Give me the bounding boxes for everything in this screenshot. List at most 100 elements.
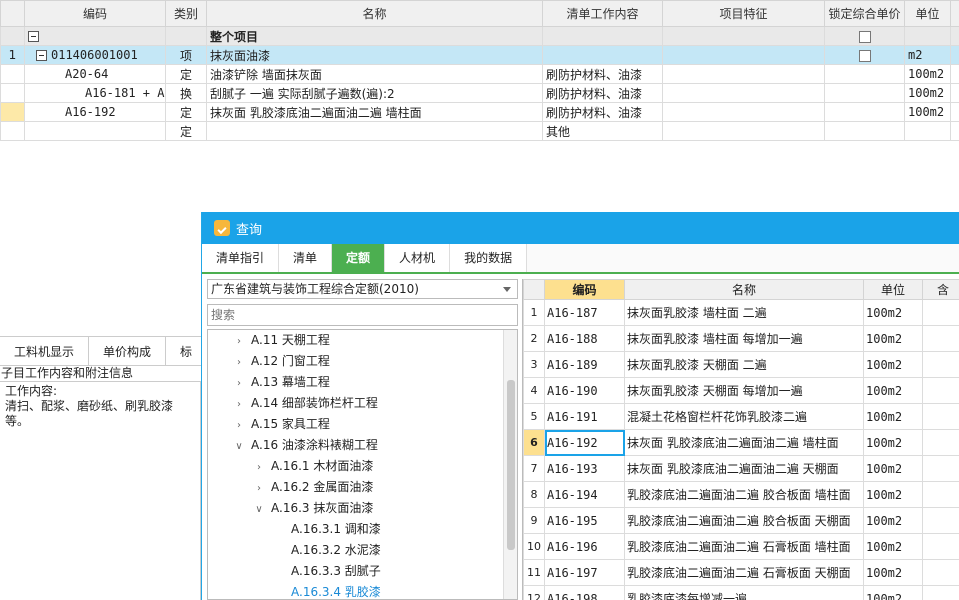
quota-list-row[interactable]: 6 A16-192 抹灰面 乳胶漆底油二遍面油二遍 墙柱面 100m2 bbox=[523, 429, 959, 456]
type-cell[interactable]: 定 bbox=[165, 102, 207, 122]
quota-code-cell[interactable]: A16-189 bbox=[544, 351, 625, 378]
quota-unit-cell[interactable]: 100m2 bbox=[863, 585, 923, 600]
tree-node[interactable]: › A.16.1 木材面油漆 bbox=[208, 456, 517, 477]
type-cell[interactable]: 项 bbox=[165, 45, 207, 65]
unit-cell[interactable] bbox=[904, 121, 951, 141]
library-select[interactable]: 广东省建筑与装饰工程综合定额(2010) bbox=[207, 279, 518, 299]
quota-header-content[interactable]: 含 bbox=[922, 279, 959, 300]
quota-unit-cell[interactable]: 100m2 bbox=[863, 559, 923, 586]
chevron-down-icon[interactable]: ∨ bbox=[233, 436, 245, 457]
quota-code-cell[interactable]: A16-187 bbox=[544, 299, 625, 326]
chevron-right-icon[interactable]: › bbox=[253, 478, 265, 499]
lock-checkbox[interactable] bbox=[858, 30, 871, 43]
quota-header-code[interactable]: 编码 bbox=[544, 279, 625, 300]
unit-cell[interactable]: 100m2 bbox=[904, 64, 951, 84]
quota-content-cell[interactable] bbox=[922, 403, 959, 430]
quota-row[interactable]: A16-181 + A16-182换刮腻子 一遍 实际刮腻子遍数(遍):2刷防护… bbox=[0, 83, 959, 103]
name-cell[interactable]: 油漆铲除 墙面抹灰面 bbox=[206, 64, 543, 84]
name-cell[interactable]: 抹灰面 乳胶漆底油二遍面油二遍 墙柱面 bbox=[206, 102, 543, 122]
quota-content-cell[interactable] bbox=[922, 559, 959, 586]
quota-name-cell[interactable]: 抹灰面乳胶漆 墙柱面 二遍 bbox=[624, 299, 864, 326]
quota-list-row[interactable]: 10 A16-196 乳胶漆底油二遍面油二遍 石膏板面 墙柱面 100m2 bbox=[523, 533, 959, 560]
quota-list-row[interactable]: 8 A16-194 乳胶漆底油二遍面油二遍 胶合板面 墙柱面 100m2 bbox=[523, 481, 959, 508]
quota-content-cell[interactable] bbox=[922, 429, 959, 456]
quota-name-cell[interactable]: 乳胶漆底油二遍面油二遍 石膏板面 天棚面 bbox=[624, 559, 864, 586]
quota-name-cell[interactable]: 抹灰面 乳胶漆底油二遍面油二遍 天棚面 bbox=[624, 455, 864, 482]
quota-list-row[interactable]: 4 A16-190 抹灰面乳胶漆 天棚面 每增加一遍 100m2 bbox=[523, 377, 959, 404]
quota-content-cell[interactable] bbox=[922, 351, 959, 378]
lock-cell[interactable] bbox=[824, 45, 905, 65]
chevron-right-icon[interactable]: › bbox=[233, 331, 245, 352]
quota-list-row[interactable]: 3 A16-189 抹灰面乳胶漆 天棚面 二遍 100m2 bbox=[523, 351, 959, 378]
quota-name-cell[interactable]: 混凝土花格窗栏杆花饰乳胶漆二遍 bbox=[624, 403, 864, 430]
type-cell[interactable]: 定 bbox=[165, 121, 207, 141]
tab-price-composition[interactable]: 单价构成 bbox=[89, 337, 167, 365]
work-content-cell[interactable]: 刷防护材料、油漆 bbox=[542, 64, 663, 84]
quota-content-cell[interactable] bbox=[922, 585, 959, 600]
quota-code-cell[interactable]: A16-195 bbox=[544, 507, 625, 534]
chevron-right-icon[interactable]: › bbox=[233, 352, 245, 373]
tree-node[interactable]: A.16.3.1 调和漆 bbox=[208, 519, 517, 540]
header-code[interactable]: 编码 bbox=[24, 0, 166, 27]
quota-row[interactable]: A20-64 定油漆铲除 墙面抹灰面 刷防护材料、油漆 100m2 bbox=[0, 64, 959, 84]
dialog-tab[interactable]: 我的数据 bbox=[450, 244, 528, 272]
quota-name-cell[interactable]: 抹灰面乳胶漆 天棚面 二遍 bbox=[624, 351, 864, 378]
feature-cell[interactable] bbox=[662, 83, 825, 103]
dialog-tab[interactable]: 清单指引 bbox=[202, 244, 280, 272]
quota-unit-cell[interactable]: 100m2 bbox=[863, 507, 923, 534]
name-cell[interactable]: 抹灰面油漆 bbox=[206, 45, 543, 65]
quota-unit-cell[interactable]: 100m2 bbox=[863, 325, 923, 352]
note-panel-body[interactable]: 工作内容: 清扫、配浆、磨砂纸、刷乳胶漆等。 bbox=[0, 382, 201, 600]
feature-cell[interactable] bbox=[662, 45, 825, 65]
lock-cell[interactable] bbox=[824, 64, 905, 84]
quota-code-cell[interactable]: A16-192 bbox=[544, 429, 625, 456]
quota-code-cell[interactable]: A16-190 bbox=[544, 377, 625, 404]
header-work-content[interactable]: 清单工作内容 bbox=[542, 0, 663, 27]
header-unit[interactable]: 单位 bbox=[904, 0, 951, 27]
whole-project-row[interactable]: 整个项目 bbox=[0, 26, 959, 46]
quota-name-cell[interactable]: 乳胶漆底漆每增减一遍 bbox=[624, 585, 864, 600]
quota-list-row[interactable]: 2 A16-188 抹灰面乳胶漆 墙柱面 每增加一遍 100m2 bbox=[523, 325, 959, 352]
header-name[interactable]: 名称 bbox=[206, 0, 543, 27]
tree-node[interactable]: › A.16.2 金属面油漆 bbox=[208, 477, 517, 498]
feature-cell[interactable] bbox=[662, 102, 825, 122]
work-content-cell[interactable] bbox=[542, 45, 663, 65]
quota-name-cell[interactable]: 乳胶漆底油二遍面油二遍 胶合板面 天棚面 bbox=[624, 507, 864, 534]
unit-cell[interactable]: 100m2 bbox=[904, 83, 951, 103]
quota-content-cell[interactable] bbox=[922, 377, 959, 404]
header-lock-price[interactable]: 锁定综合单价 bbox=[824, 0, 905, 27]
quota-row[interactable]: 定 其他 bbox=[0, 121, 959, 141]
quota-unit-cell[interactable]: 100m2 bbox=[863, 455, 923, 482]
quota-code-cell[interactable]: A16-193 bbox=[544, 455, 625, 482]
quota-row[interactable]: A16-192 定抹灰面 乳胶漆底油二遍面油二遍 墙柱面 刷防护材料、油漆 100m2 bbox=[0, 102, 959, 122]
header-feature[interactable]: 项目特征 bbox=[662, 0, 825, 27]
quota-list-row[interactable]: 1 A16-187 抹灰面乳胶漆 墙柱面 二遍 100m2 bbox=[523, 299, 959, 326]
unit-cell[interactable]: 100m2 bbox=[904, 102, 951, 122]
feature-cell[interactable] bbox=[662, 121, 825, 141]
quota-list-row[interactable]: 11 A16-197 乳胶漆底油二遍面油二遍 石膏板面 天棚面 100m2 bbox=[523, 559, 959, 586]
search-input[interactable] bbox=[207, 304, 518, 326]
quota-name-cell[interactable]: 抹灰面乳胶漆 天棚面 每增加一遍 bbox=[624, 377, 864, 404]
quota-name-cell[interactable]: 抹灰面乳胶漆 墙柱面 每增加一遍 bbox=[624, 325, 864, 352]
name-cell[interactable] bbox=[206, 121, 543, 141]
dialog-tab[interactable]: 清单 bbox=[279, 244, 333, 272]
quota-content-cell[interactable] bbox=[922, 455, 959, 482]
quota-header-name[interactable]: 名称 bbox=[624, 279, 864, 300]
chevron-right-icon[interactable]: › bbox=[233, 415, 245, 436]
tree-node[interactable]: ∨ A.16.3 抹灰面油漆 bbox=[208, 498, 517, 519]
quota-code-cell[interactable]: A16-194 bbox=[544, 481, 625, 508]
chevron-down-icon[interactable]: ∨ bbox=[253, 499, 265, 520]
code-cell[interactable]: A16-192 bbox=[24, 102, 166, 122]
work-content-cell[interactable]: 其他 bbox=[542, 121, 663, 141]
tree-node[interactable]: › A.13 幕墙工程 bbox=[208, 372, 517, 393]
dialog-tab[interactable]: 人材机 bbox=[385, 244, 451, 272]
feature-cell[interactable] bbox=[662, 64, 825, 84]
tree-node[interactable]: › A.14 细部装饰栏杆工程 bbox=[208, 393, 517, 414]
quota-name-cell[interactable]: 抹灰面 乳胶漆底油二遍面油二遍 墙柱面 bbox=[624, 429, 864, 456]
quota-unit-cell[interactable]: 100m2 bbox=[863, 481, 923, 508]
tree-node[interactable]: A.16.3.3 刮腻子 bbox=[208, 561, 517, 582]
dialog-tab[interactable]: 定额 bbox=[332, 244, 386, 272]
quota-list-row[interactable]: 9 A16-195 乳胶漆底油二遍面油二遍 胶合板面 天棚面 100m2 bbox=[523, 507, 959, 534]
bill-item-row[interactable]: 1 011406001001 项抹灰面油漆 m2 bbox=[0, 45, 959, 65]
code-cell[interactable]: 011406001001 bbox=[24, 45, 166, 65]
